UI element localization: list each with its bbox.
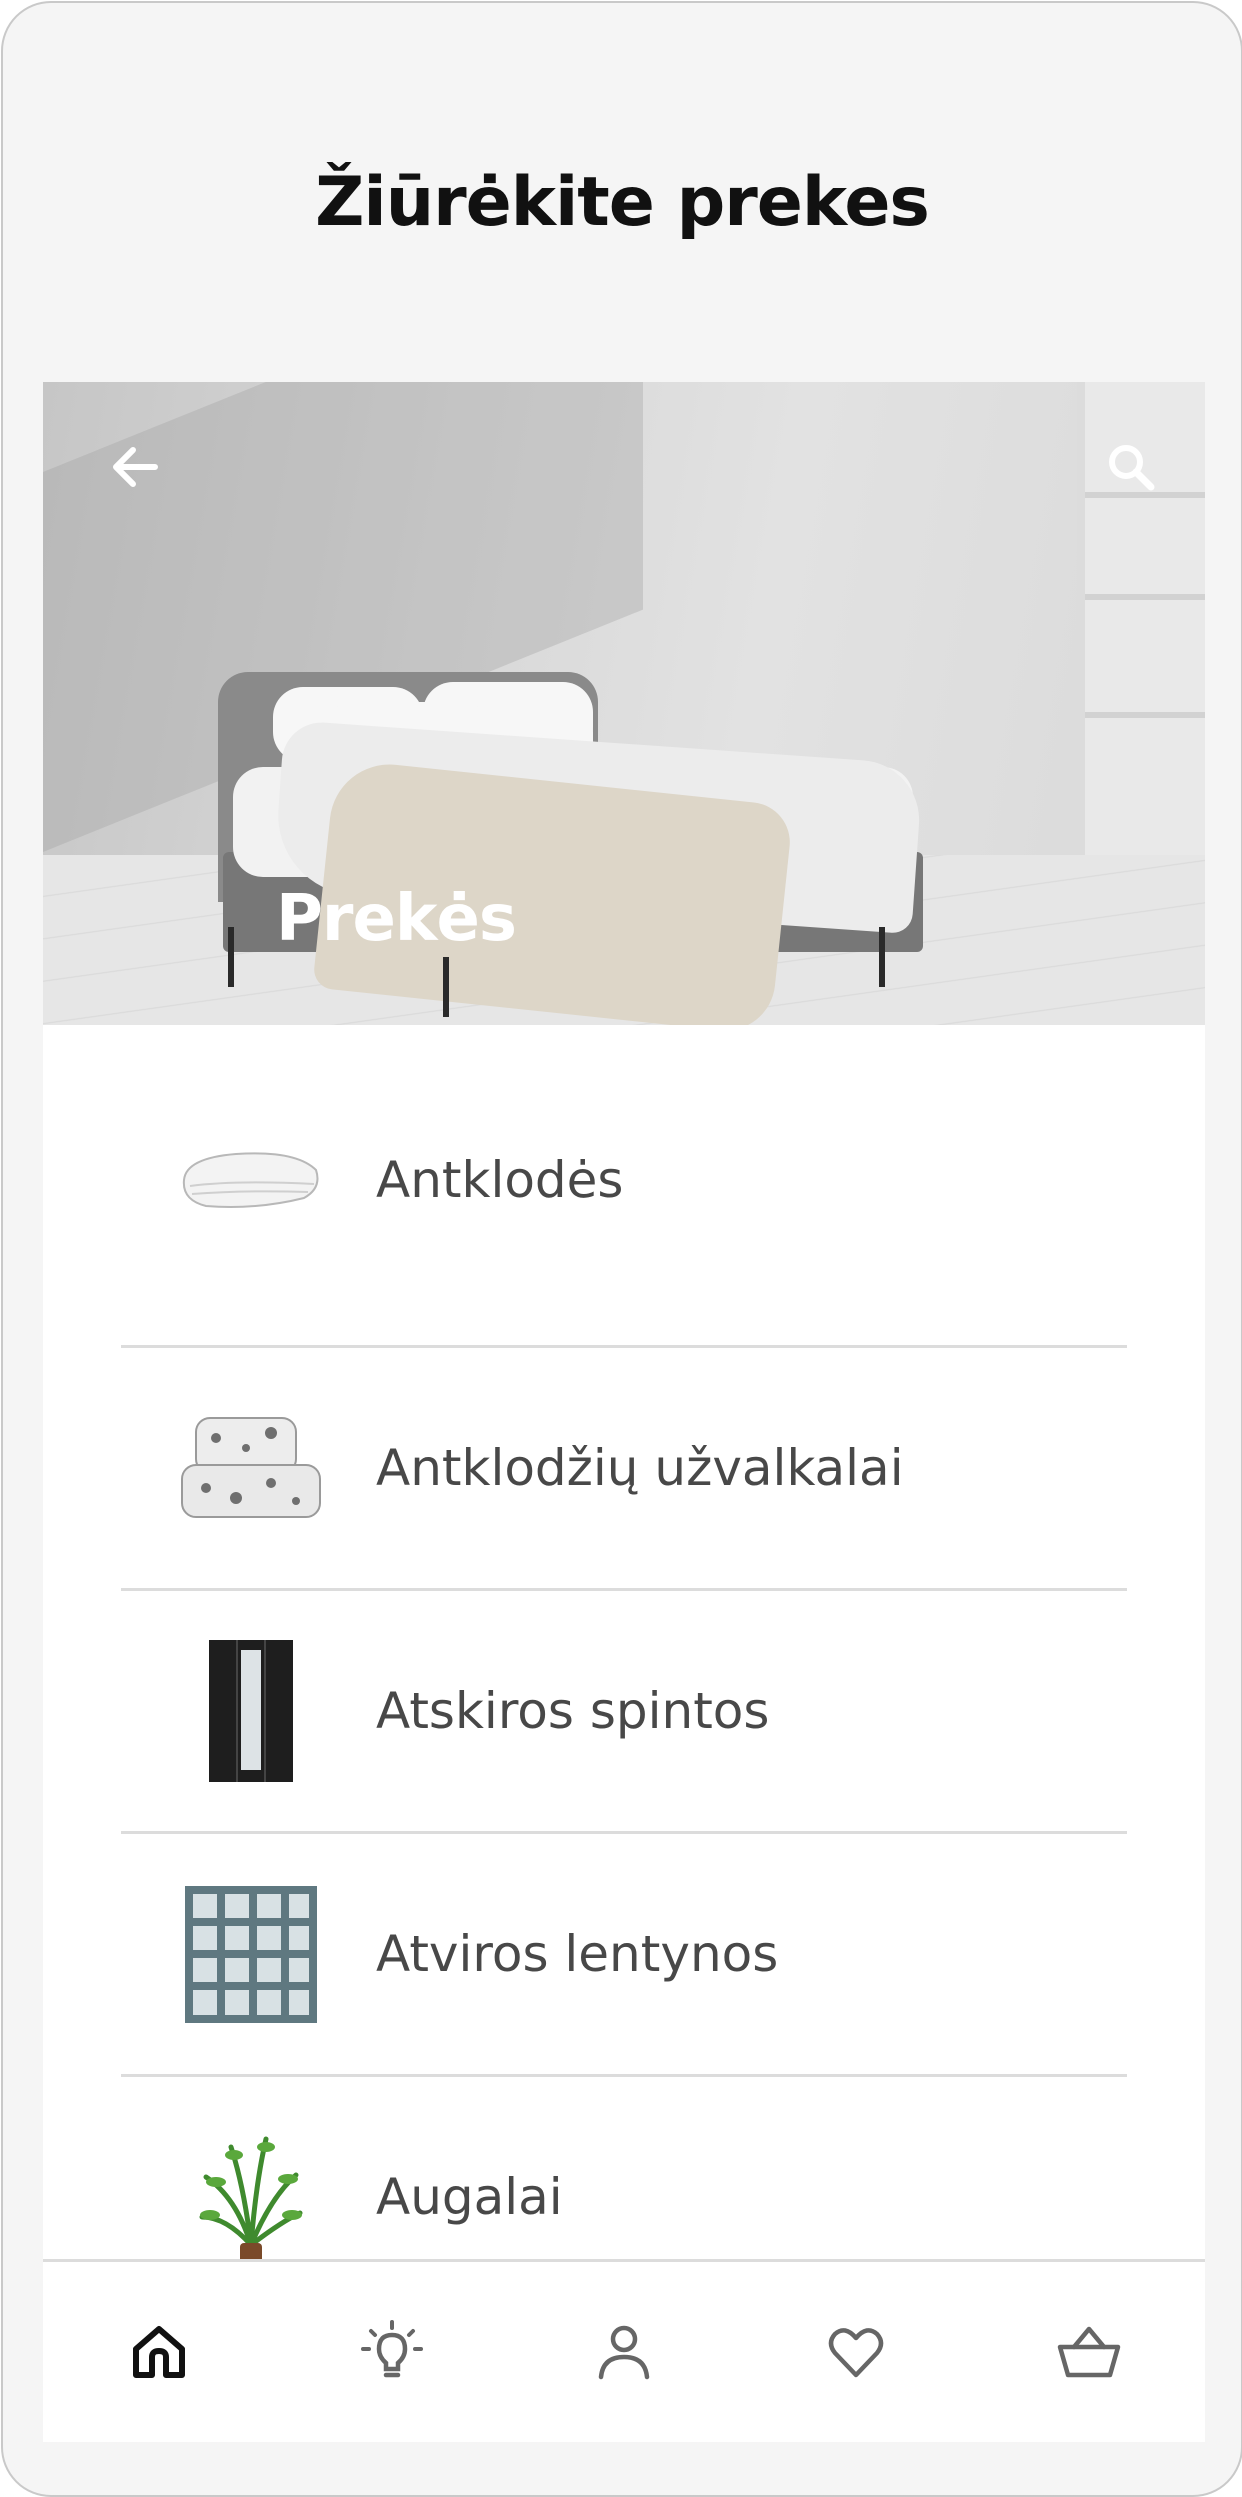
page-title: Žiūrėkite prekes [315,163,930,242]
search-icon [1109,445,1155,491]
bed-leg [443,957,449,1017]
list-item-label: Antklodžių užvalkalai [376,1439,904,1497]
hero-banner: Prekės [43,382,1205,1025]
nav-basket[interactable] [1029,2292,1149,2412]
category-list: Antklodės Antklodžių užvalkalai Atskiros… [43,1025,1205,2320]
list-item-label: Atviros lentynos [376,1925,779,1983]
nav-profile[interactable] [564,2292,684,2412]
list-item-label: Augalai [376,2168,563,2226]
wardrobe-thumbnail [176,1636,326,1786]
duvet-cover-thumbnail [176,1393,326,1543]
nav-inspiration[interactable] [332,2292,452,2412]
window-mullion [1085,712,1205,718]
app-screen: Prekės Antklodės Antklodžių užvalkalai A… [43,382,1205,2442]
profile-icon [598,2325,650,2380]
bed-leg [228,927,234,987]
open-shelving-thumbnail [176,1879,326,2029]
list-item-atskiros-spintos[interactable]: Atskiros spintos [121,1591,1127,1834]
home-icon [133,2326,186,2378]
bed-leg [879,927,885,987]
basket-icon [1057,2326,1120,2378]
list-item-atviros-lentynos[interactable]: Atviros lentynos [121,1834,1127,2077]
window-mullion [1085,594,1205,600]
list-item-antklodziu-uzvalkalai[interactable]: Antklodžių užvalkalai [121,1348,1127,1591]
search-button[interactable] [1096,432,1166,502]
bottom-navigation [43,2259,1205,2442]
heart-icon [829,2328,884,2378]
back-button[interactable] [100,432,170,502]
phone-frame: Žiūrėkite prekes Prekės Antklodės Antklo… [1,1,1242,2497]
list-item-label: Antklodės [376,1151,624,1209]
plant-thumbnail [176,2122,326,2272]
nav-favourites[interactable] [796,2292,916,2412]
list-item-label: Atskiros spintos [376,1682,770,1740]
list-item-antklodes[interactable]: Antklodės [121,1025,1127,1348]
nav-home[interactable] [99,2292,219,2412]
hero-title: Prekės [276,882,517,956]
duvet-thumbnail [176,1105,326,1255]
arrow-left-icon [113,447,158,487]
lightbulb-icon [360,2320,423,2378]
